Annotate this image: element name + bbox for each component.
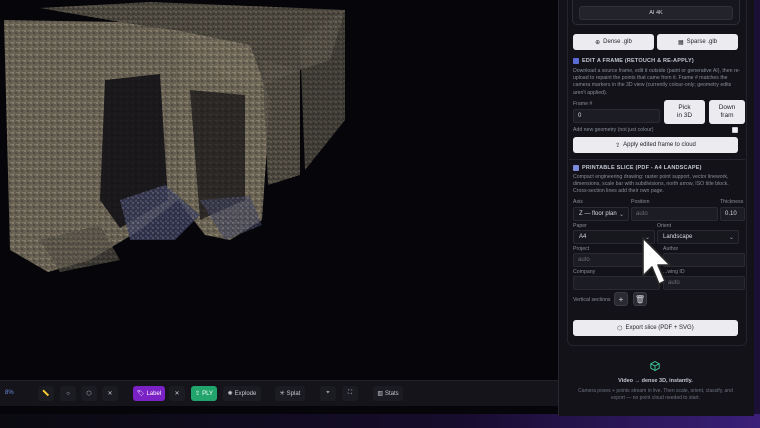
viewport-toolbar: 8% 📏 ○ ⬡ ✕ 🏷 Label ✕ ⇪ PLY ✺ Explode ✳ S…: [0, 380, 558, 406]
explode-button-text: Explode: [234, 390, 257, 397]
orient-label: Orient: [657, 223, 672, 229]
splat-button-text: Splat: [286, 390, 301, 397]
progress-counter: 8%: [5, 390, 14, 396]
panel-card: [567, 0, 747, 346]
stats-icon: ▥: [377, 391, 383, 397]
splat-icon: ✳: [279, 391, 285, 397]
close-icon: ✕: [174, 391, 180, 397]
stats-button-text: Stats: [384, 390, 399, 397]
position-label: Position: [631, 199, 650, 205]
fullscreen-button[interactable]: ⛶: [342, 386, 358, 401]
plus-icon: +: [618, 294, 624, 304]
3d-viewport[interactable]: [0, 0, 558, 414]
measure-button[interactable]: 📏: [38, 386, 54, 401]
chevron-down-icon: ⌄: [618, 212, 624, 218]
edit-frame-heading-text: EDIT A FRAME (RETOUCH & RE-APPLY): [582, 58, 694, 64]
printable-slice-heading: PRINTABLE SLICE (PDF - A4 LANDSCAPE): [573, 165, 702, 171]
printable-slice-description: Compact engineering drawing: raster poin…: [573, 174, 729, 195]
edit-frame-description: Download a source frame, edit it outside…: [573, 68, 741, 96]
download-frame-line2: fram: [720, 112, 734, 119]
label-button-text: Label: [146, 390, 162, 397]
focus-button[interactable]: ⌖: [320, 386, 336, 401]
download-frame-line1: Down: [718, 104, 736, 111]
sparse-glb-text: Sparse .glb: [686, 39, 718, 45]
upload-icon: ⇪: [615, 142, 621, 149]
close-icon: ✕: [107, 391, 113, 397]
paper-select-value: A4: [579, 234, 587, 240]
drawing-id-input[interactable]: auto: [663, 276, 745, 290]
trash-icon: 🗑: [634, 294, 646, 304]
globe-icon: ⊕: [595, 39, 601, 46]
stats-button[interactable]: ▥ Stats: [373, 386, 403, 401]
ply-button-text: PLY: [202, 390, 213, 397]
axis-select[interactable]: Z — floor plan ⌄: [573, 207, 629, 221]
point-cloud-render[interactable]: [0, 0, 558, 414]
tag-icon: 🏷: [136, 391, 145, 397]
clear-tool-button[interactable]: ✕: [102, 386, 118, 401]
dense-glb-button[interactable]: ⊕ Dense .glb: [573, 34, 654, 50]
cube-icon: ⬡: [617, 325, 623, 332]
add-geometry-label: Add new geometry (not just colour): [573, 127, 654, 133]
clear-label-button[interactable]: ✕: [169, 386, 185, 401]
upload-icon: ⇪: [195, 391, 201, 397]
image-icon: [573, 58, 579, 64]
author-input[interactable]: [663, 253, 745, 267]
add-section-button[interactable]: +: [614, 292, 628, 306]
thickness-label: Thickness: [720, 199, 744, 205]
pick-in-3d-line1: Pick: [678, 104, 691, 111]
vertical-sections-label: Vertical sections: [573, 297, 611, 303]
cube-logo-icon: [650, 361, 660, 371]
frame-number-label: Frame #: [573, 101, 593, 107]
pick-in-3d-button[interactable]: Pick in 3D: [664, 100, 705, 124]
apply-edited-frame-button[interactable]: ⇪ Apply edited frame to cloud: [573, 137, 738, 153]
export-slice-text: Export slice (PDF + SVG): [625, 325, 694, 331]
label-button[interactable]: 🏷 Label: [133, 386, 165, 401]
position-input[interactable]: auto: [631, 207, 718, 221]
project-label: Project: [573, 246, 590, 252]
frame-number-input[interactable]: 0: [573, 109, 660, 123]
download-frame-button[interactable]: Down fram: [709, 100, 745, 124]
cube-icon: ⬡: [86, 391, 92, 397]
apply-edited-frame-text: Apply edited frame to cloud: [623, 142, 696, 148]
add-geometry-checkbox[interactable]: [732, 127, 738, 133]
footer-text: Camera poses + points stream in live. Th…: [578, 388, 733, 401]
axis-label: Axis: [573, 199, 583, 205]
printable-slice-heading-text: PRINTABLE SLICE (PDF - A4 LANDSCAPE): [582, 165, 702, 171]
edit-frame-heading: EDIT A FRAME (RETOUCH & RE-APPLY): [573, 58, 694, 64]
axis-select-value: Z — floor plan: [579, 211, 617, 217]
company-label: Company: [573, 269, 596, 275]
ruler-icon: 📏: [42, 391, 50, 397]
focus-icon: ⌖: [326, 390, 330, 396]
grid-icon: ▦: [677, 39, 684, 46]
explode-icon: ✺: [227, 391, 233, 397]
pick-in-3d-line2: in 3D: [676, 112, 693, 119]
delete-sections-button[interactable]: 🗑: [633, 292, 647, 306]
sparse-glb-button[interactable]: ▦ Sparse .glb: [657, 34, 738, 50]
splat-button[interactable]: ✳ Splat: [275, 386, 305, 401]
footer-title: Video → dense 3D, instantly.: [618, 378, 693, 384]
fullscreen-icon: ⛶: [347, 390, 353, 396]
chevron-down-icon: ⌄: [728, 235, 734, 241]
circle-icon: ○: [66, 390, 70, 397]
dense-glb-text: Dense .glb: [603, 39, 632, 45]
box-tool-button[interactable]: ⬡: [81, 386, 97, 401]
explode-button[interactable]: ✺ Explode: [223, 386, 261, 401]
paper-label: Paper: [573, 223, 587, 229]
mouse-cursor-icon: [642, 237, 671, 285]
ai-4k-option[interactable]: AI 4K: [579, 6, 733, 20]
ply-button[interactable]: ⇪ PLY: [191, 386, 217, 401]
app-window: 8% 📏 ○ ⬡ ✕ 🏷 Label ✕ ⇪ PLY ✺ Explode ✳ S…: [0, 0, 760, 428]
bottom-gradient-strip: [0, 414, 760, 428]
section-divider: [569, 159, 745, 160]
export-slice-button[interactable]: ⬡ Export slice (PDF + SVG): [573, 320, 738, 336]
scissors-icon: [573, 165, 579, 171]
circle-tool-button[interactable]: ○: [60, 386, 76, 401]
thickness-input[interactable]: 0.10: [720, 207, 745, 221]
